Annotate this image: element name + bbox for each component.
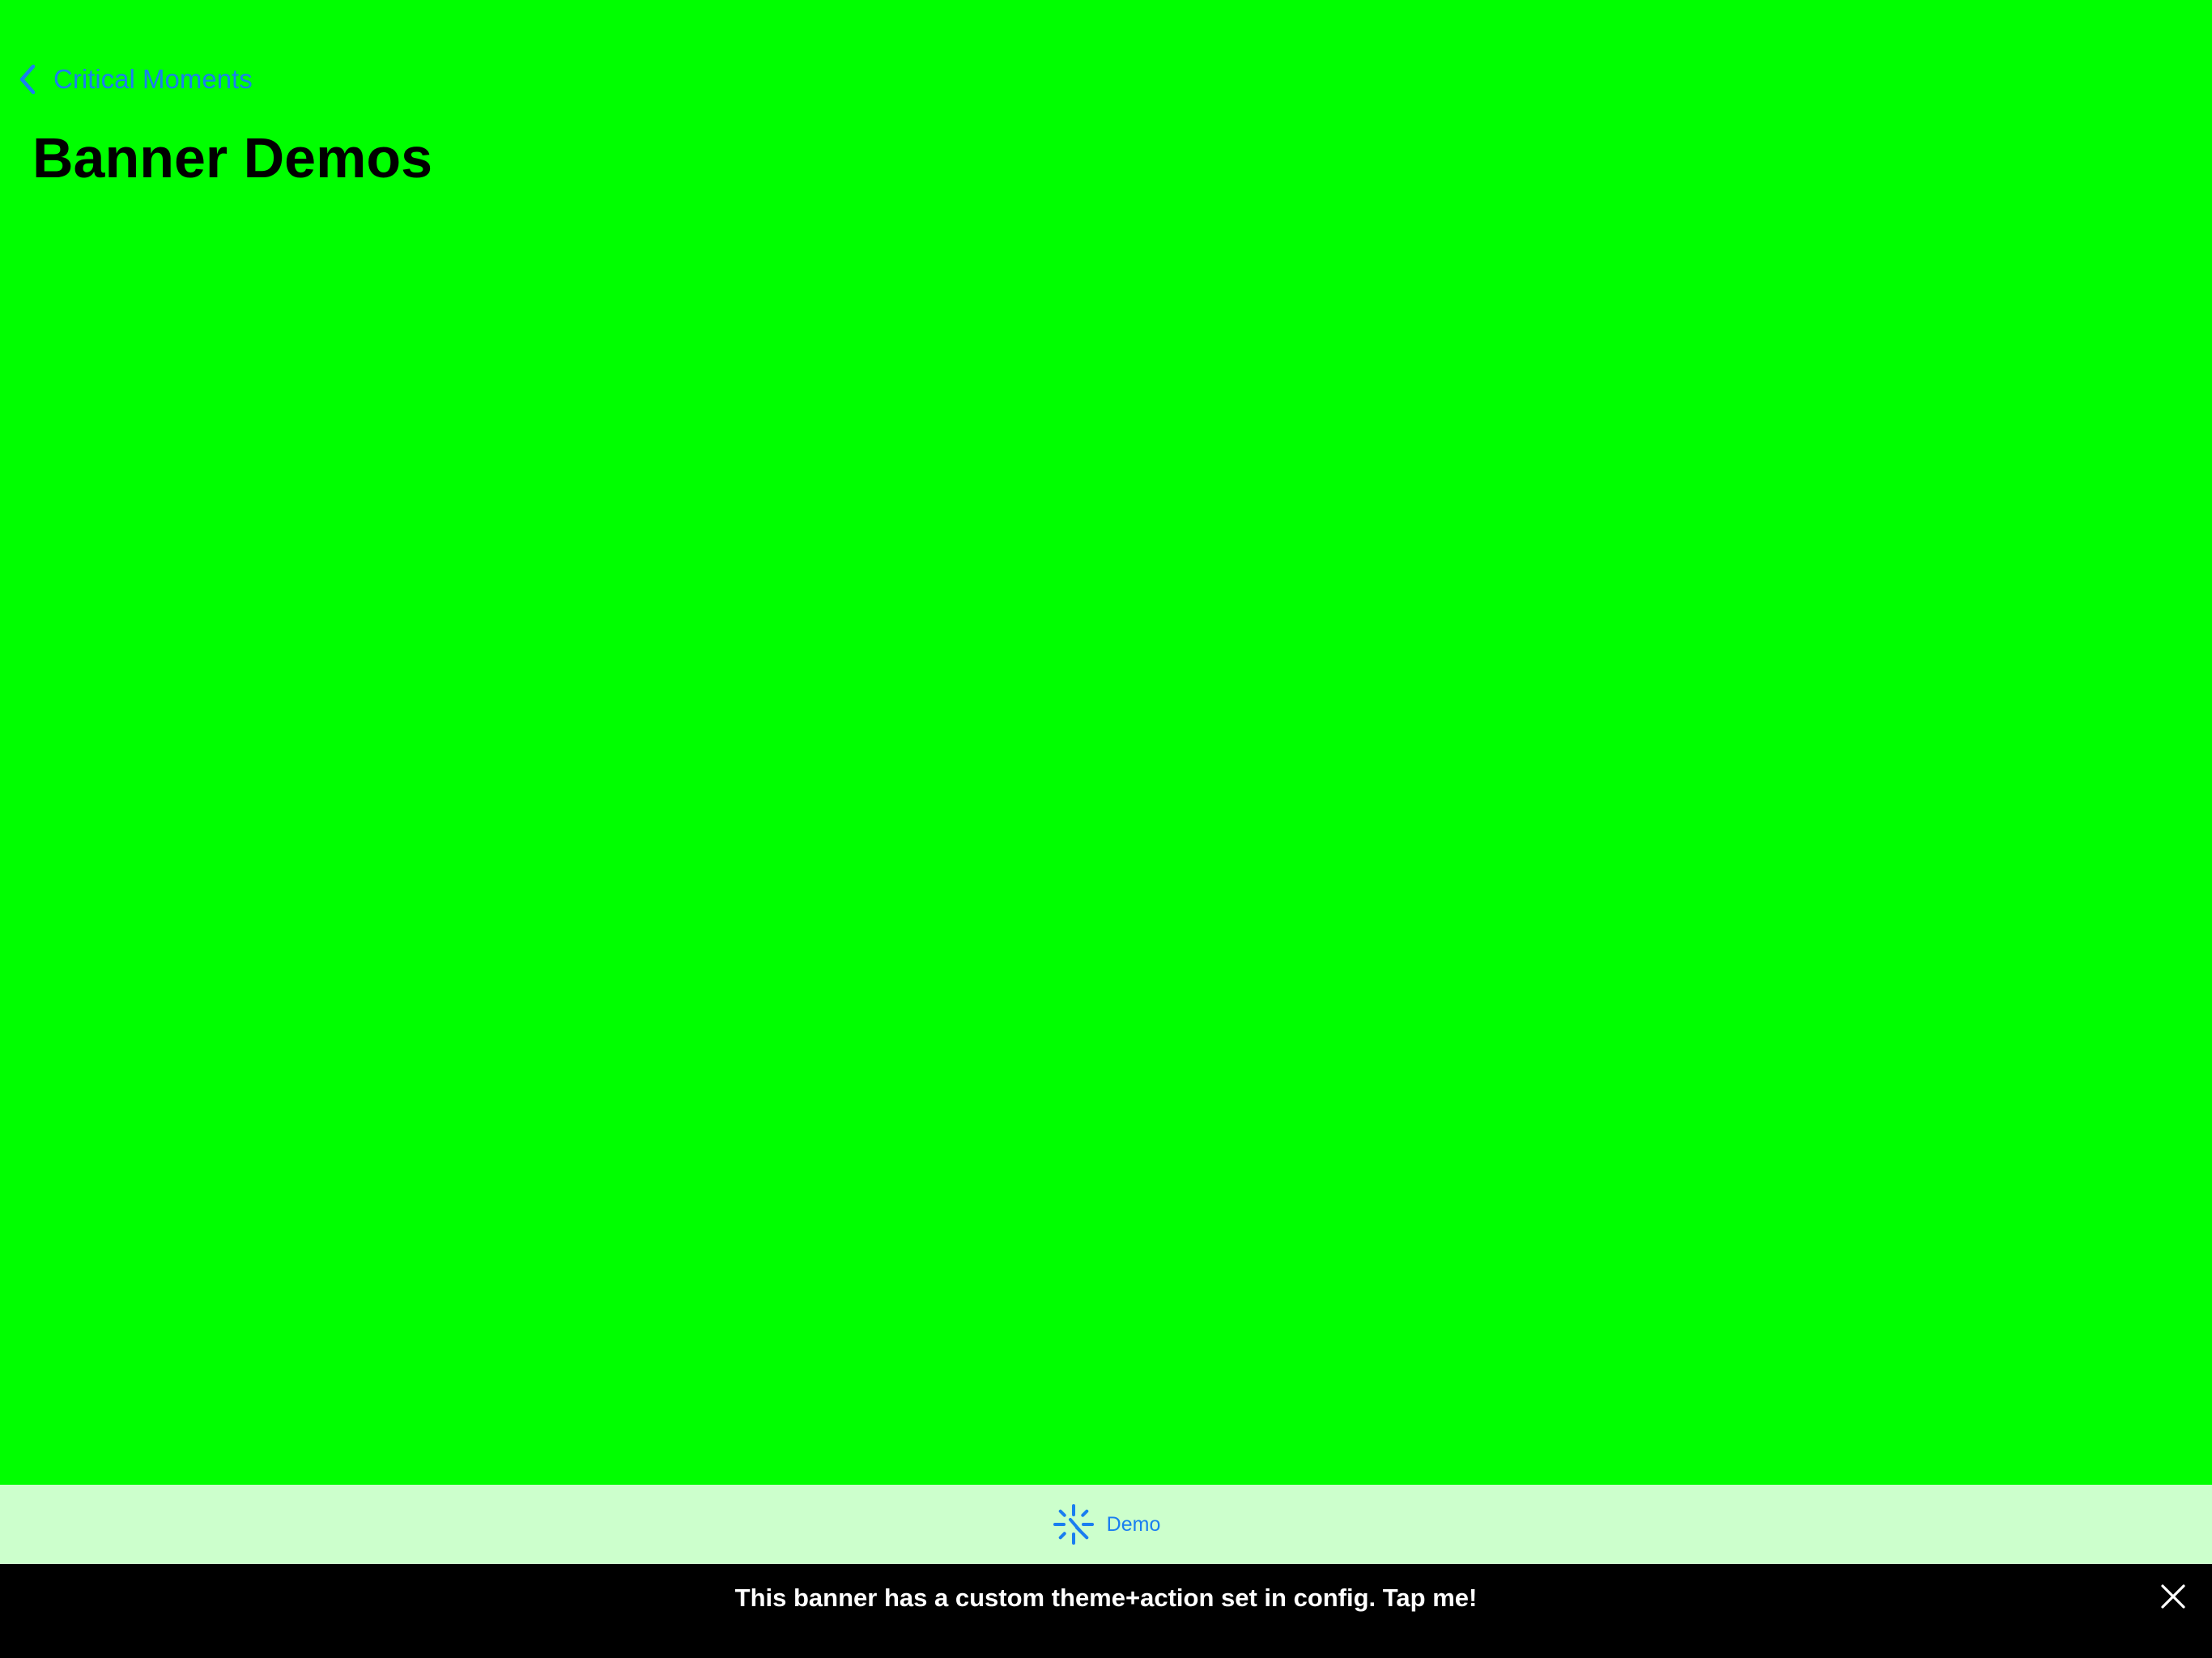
notification-banner[interactable]: This banner has a custom theme+action se… (0, 1564, 2212, 1658)
banner-message: This banner has a custom theme+action se… (734, 1584, 1478, 1612)
back-button-label: Critical Moments (53, 64, 253, 94)
chevron-left-icon (18, 62, 42, 97)
back-button[interactable]: Critical Moments (18, 62, 253, 97)
tab-bar: Demo (0, 1485, 2212, 1564)
loading-spinner-icon (1052, 1503, 1095, 1546)
page-title: Banner Demos (32, 126, 433, 189)
tab-demo[interactable]: Demo (1052, 1503, 1161, 1546)
content-area: Critical Moments Banner Demos (0, 0, 2212, 1485)
tab-demo-label: Demo (1106, 1512, 1161, 1536)
app-screen: Critical Moments Banner Demos Demo This … (0, 0, 2212, 1658)
close-icon[interactable] (2155, 1579, 2191, 1614)
